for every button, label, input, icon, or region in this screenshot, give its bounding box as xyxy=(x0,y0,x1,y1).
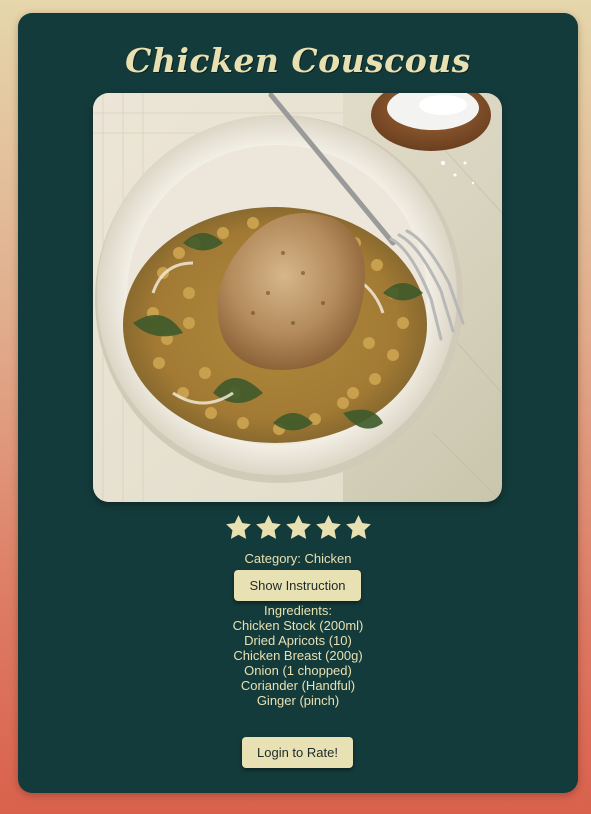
ingredients-heading: Ingredients: xyxy=(264,603,332,618)
ingredient-item: Coriander (Handful) xyxy=(240,678,356,693)
ingredients-list: Ingredients: Chicken Stock (200ml) Dried… xyxy=(18,603,578,708)
recipe-photo xyxy=(93,93,502,502)
category-label: Category: Chicken xyxy=(244,551,352,566)
ingredient-item: Onion (1 chopped) xyxy=(244,663,352,678)
ingredient-item: Chicken Stock (200ml) xyxy=(232,618,364,633)
recipe-card: Chicken Couscous Category: Chicken Show … xyxy=(18,13,578,793)
star-icon[interactable] xyxy=(224,513,253,542)
star-icon[interactable] xyxy=(314,513,343,542)
recipe-title: Chicken Couscous xyxy=(125,41,471,80)
star-icon[interactable] xyxy=(254,513,283,542)
ingredient-item: Dried Apricots (10) xyxy=(244,633,352,648)
star-icon[interactable] xyxy=(344,513,373,542)
login-to-rate-button[interactable]: Login to Rate! xyxy=(242,737,353,768)
ingredient-item: Chicken Breast (200g) xyxy=(233,648,363,663)
rating-stars xyxy=(18,513,578,542)
ingredient-item: Ginger (pinch) xyxy=(256,693,340,708)
star-icon[interactable] xyxy=(284,513,313,542)
show-instruction-button[interactable]: Show Instruction xyxy=(234,570,361,601)
